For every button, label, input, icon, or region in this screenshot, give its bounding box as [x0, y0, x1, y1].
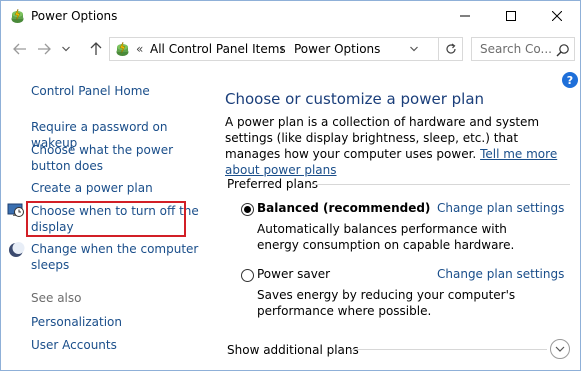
control-panel-home-link[interactable]: Control Panel Home: [31, 83, 206, 99]
close-button[interactable]: [534, 1, 580, 31]
show-additional-plans-label[interactable]: Show additional plans: [227, 343, 359, 357]
chevron-down-icon: [555, 346, 565, 352]
breadcrumb-power-options[interactable]: Power Options: [294, 42, 380, 56]
address-bar[interactable]: « All Control Panel Items › Power Option…: [109, 37, 439, 61]
power-saver-radio[interactable]: [241, 269, 254, 282]
arrow-left-icon: [13, 43, 26, 55]
create-power-plan-link[interactable]: Create a power plan: [31, 180, 206, 196]
chevron-down-icon: [409, 46, 418, 52]
minimize-button[interactable]: [442, 1, 488, 31]
page-title: Choose or customize a power plan: [225, 90, 485, 108]
refresh-button[interactable]: [439, 37, 463, 61]
power-options-icon: [116, 41, 129, 56]
power-options-window: Power Options « All Control Panel Items …: [0, 0, 581, 371]
more-plans-divider: [351, 349, 547, 350]
balanced-plan-description: Automatically balances performance with …: [257, 222, 515, 252]
main-pane: Choose or customize a power plan A power…: [211, 67, 580, 370]
balanced-plan-name[interactable]: Balanced (recommended): [257, 201, 430, 215]
computer-sleeps-link[interactable]: Change when the computer sleeps: [31, 241, 206, 273]
sleep-moon-icon: [9, 242, 25, 257]
close-icon: [552, 11, 562, 21]
balanced-radio[interactable]: [241, 203, 254, 216]
display-clock-icon: [7, 203, 24, 217]
expand-plans-button[interactable]: [550, 339, 570, 359]
left-pane: Control Panel Home Require a password on…: [1, 67, 211, 370]
power-button-link[interactable]: Choose what the power button does: [31, 142, 206, 174]
minimize-icon: [460, 15, 470, 17]
arrow-right-icon: [38, 43, 51, 55]
maximize-button[interactable]: [488, 1, 534, 31]
power-saver-plan-name[interactable]: Power saver: [257, 267, 330, 281]
address-overflow-separator[interactable]: «: [136, 42, 143, 56]
user-accounts-link[interactable]: User Accounts: [31, 337, 206, 353]
recent-locations-button[interactable]: [59, 39, 73, 59]
breadcrumb-separator[interactable]: ›: [280, 42, 285, 56]
highlight-box: [26, 201, 186, 237]
breadcrumb-all-control-panel-items[interactable]: All Control Panel Items: [150, 42, 286, 56]
see-also-label: See also: [31, 291, 82, 305]
personalization-link[interactable]: Personalization: [31, 314, 206, 330]
navigation-bar: « All Control Panel Items › Power Option…: [1, 31, 580, 67]
search-input[interactable]: Search Co...: [471, 37, 575, 61]
chevron-down-icon: [62, 46, 70, 52]
title-bar: Power Options: [1, 1, 580, 31]
refresh-icon: [445, 43, 456, 54]
group-divider: [311, 184, 570, 185]
power-saver-change-settings-link[interactable]: Change plan settings: [437, 267, 564, 281]
power-options-icon: [11, 8, 24, 23]
arrow-up-icon: [90, 42, 102, 55]
page-description: A power plan is a collection of hardware…: [225, 114, 570, 178]
back-button[interactable]: [9, 39, 31, 59]
preferred-plans-label: Preferred plans: [227, 177, 319, 191]
window-title: Power Options: [31, 9, 118, 23]
forward-button[interactable]: [33, 39, 55, 59]
power-saver-plan-description: Saves energy by reducing your computer's…: [257, 288, 516, 318]
address-history-dropdown[interactable]: [406, 37, 420, 61]
balanced-change-settings-link[interactable]: Change plan settings: [437, 201, 564, 215]
search-icon: [556, 44, 569, 57]
up-button[interactable]: [85, 39, 107, 59]
search-placeholder: Search Co...: [480, 42, 552, 56]
maximize-icon: [506, 11, 516, 21]
